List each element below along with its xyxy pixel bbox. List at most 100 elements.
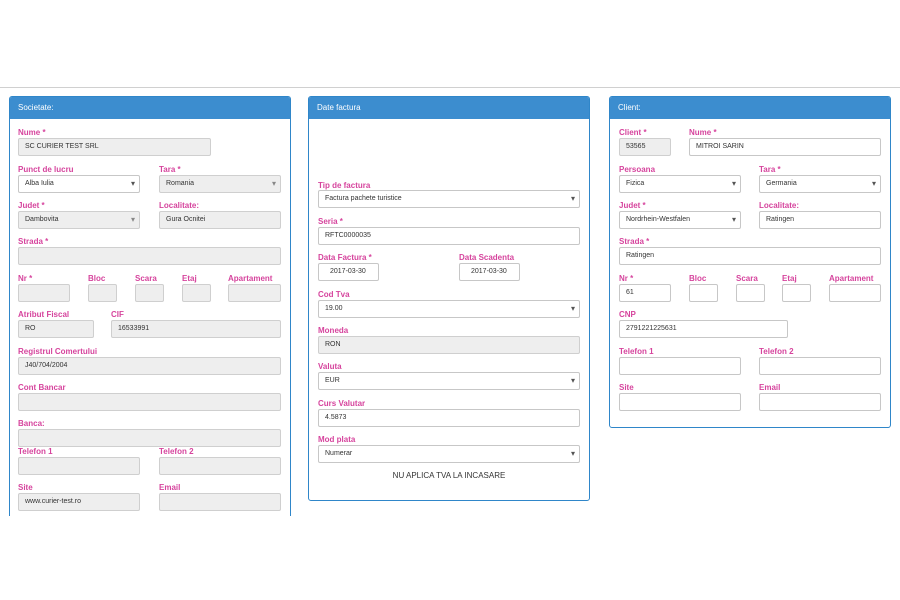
client-email-field[interactable] — [759, 393, 881, 411]
tva-incasare-note: NU APLICA TVA LA INCASARE — [392, 471, 506, 480]
societate-panel-title: Societate: — [10, 97, 290, 119]
cnp-label: CNP — [619, 310, 636, 319]
curs-valutar-field[interactable]: 4.5873 — [318, 409, 580, 427]
tip-factura-select[interactable]: Factura pachete turistice — [318, 190, 580, 208]
cont-bancar-field[interactable] — [18, 393, 281, 411]
societate-judet-select[interactable]: Dambovita — [18, 211, 140, 229]
client-telefon1-field[interactable] — [619, 357, 741, 375]
client-etaj-field[interactable] — [782, 284, 811, 302]
societate-judet-label: Judet * — [18, 201, 45, 210]
client-apartament-label: Apartament — [829, 274, 874, 283]
client-nr-field[interactable]: 61 — [619, 284, 671, 302]
banca-label: Banca: — [18, 419, 45, 428]
banca-field[interactable] — [18, 429, 281, 447]
client-tara-select[interactable]: Germania — [759, 175, 881, 193]
client-nume-label: Nume * — [689, 128, 717, 137]
client-nr-label: Nr * — [619, 274, 634, 283]
mod-plata-select[interactable]: Numerar — [318, 445, 580, 463]
client-code-label: Client * — [619, 128, 647, 137]
client-localitate-field[interactable]: Ratingen — [759, 211, 881, 229]
societate-nr-label: Nr * — [18, 274, 33, 283]
societate-tara-select[interactable]: Romania — [159, 175, 281, 193]
cif-label: CIF — [111, 310, 124, 319]
societate-email-label: Email — [159, 483, 181, 492]
atribut-fiscal-label: Atribut Fiscal — [18, 310, 70, 319]
valuta-select[interactable]: EUR — [318, 372, 580, 390]
societate-site-label: Site — [18, 483, 33, 492]
client-nume-field[interactable]: MITROI SARIN — [689, 138, 881, 156]
client-site-field[interactable] — [619, 393, 741, 411]
client-judet-select[interactable]: Nordrhein-Westfalen — [619, 211, 741, 229]
valuta-label: Valuta — [318, 362, 342, 371]
data-scadenta-label: Data Scadenta — [459, 253, 515, 262]
societate-localitate-label: Localitate: — [159, 201, 200, 210]
curs-valutar-label: Curs Valutar — [318, 399, 366, 408]
societate-strada-field[interactable] — [18, 247, 281, 265]
societate-etaj-label: Etaj — [182, 274, 197, 283]
client-etaj-label: Etaj — [782, 274, 797, 283]
societate-bloc-field[interactable] — [88, 284, 117, 302]
data-scadenta-field[interactable]: 2017-03-30 — [459, 263, 520, 281]
moneda-label: Moneda — [318, 326, 349, 335]
societate-panel: Societate: Nume * SC CURIER TEST SRL Pun… — [9, 96, 291, 516]
client-scara-label: Scara — [736, 274, 758, 283]
mod-plata-label: Mod plata — [318, 435, 356, 444]
tip-factura-label: Tip de factura — [318, 181, 371, 190]
seria-label: Seria * — [318, 217, 343, 226]
client-strada-field[interactable]: Ratingen — [619, 247, 881, 265]
societate-localitate-field[interactable]: Gura Ocnitei — [159, 211, 281, 229]
client-telefon2-label: Telefon 2 — [759, 347, 794, 356]
client-localitate-label: Localitate: — [759, 201, 800, 210]
client-judet-label: Judet * — [619, 201, 646, 210]
cif-field[interactable]: 16533991 — [111, 320, 281, 338]
data-factura-field[interactable]: 2017-03-30 — [318, 263, 379, 281]
societate-apartament-field[interactable] — [228, 284, 281, 302]
atribut-fiscal-field[interactable]: RO — [18, 320, 94, 338]
client-bloc-field[interactable] — [689, 284, 718, 302]
client-tara-label: Tara * — [759, 165, 781, 174]
client-scara-field[interactable] — [736, 284, 765, 302]
client-strada-label: Strada * — [619, 237, 650, 246]
punct-lucru-select[interactable]: Alba Iulia — [18, 175, 140, 193]
cod-tva-label: Cod Tva — [318, 290, 350, 299]
client-panel: Client: Client * 53565 Nume * MITROI SAR… — [609, 96, 891, 428]
client-panel-title: Client: — [610, 97, 890, 119]
societate-telefon2-field[interactable] — [159, 457, 281, 475]
societate-site-field[interactable]: www.curier-test.ro — [18, 493, 140, 511]
client-code-field[interactable]: 53565 — [619, 138, 671, 156]
persoana-select[interactable]: Fizica — [619, 175, 741, 193]
registru-comert-field[interactable]: J40/704/2004 — [18, 357, 281, 375]
registru-comert-label: Registrul Comertului — [18, 347, 98, 356]
client-telefon1-label: Telefon 1 — [619, 347, 654, 356]
societate-tara-label: Tara * — [159, 165, 181, 174]
societate-scara-field[interactable] — [135, 284, 164, 302]
persoana-label: Persoana — [619, 165, 656, 174]
societate-nume-field[interactable]: SC CURIER TEST SRL — [18, 138, 211, 156]
client-telefon2-field[interactable] — [759, 357, 881, 375]
client-bloc-label: Bloc — [689, 274, 707, 283]
societate-nr-field[interactable] — [18, 284, 70, 302]
client-apartament-field[interactable] — [829, 284, 881, 302]
client-site-label: Site — [619, 383, 634, 392]
cont-bancar-label: Cont Bancar — [18, 383, 66, 392]
societate-email-field[interactable] — [159, 493, 281, 511]
client-email-label: Email — [759, 383, 781, 392]
societate-scara-label: Scara — [135, 274, 157, 283]
societate-bloc-label: Bloc — [88, 274, 106, 283]
moneda-field[interactable]: RON — [318, 336, 580, 354]
societate-strada-label: Strada * — [18, 237, 49, 246]
top-divider — [0, 87, 900, 88]
societate-telefon2-label: Telefon 2 — [159, 447, 194, 456]
date-factura-panel-title: Date factura — [309, 97, 589, 119]
cnp-field[interactable]: 2791221225631 — [619, 320, 788, 338]
data-factura-label: Data Factura * — [318, 253, 372, 262]
societate-apartament-label: Apartament — [228, 274, 273, 283]
date-factura-panel: Date factura Tip de factura Factura pach… — [308, 96, 590, 501]
societate-telefon1-label: Telefon 1 — [18, 447, 53, 456]
seria-field[interactable]: RFTC0000035 — [318, 227, 580, 245]
societate-nume-label: Nume * — [18, 128, 46, 137]
societate-telefon1-field[interactable] — [18, 457, 140, 475]
punct-lucru-label: Punct de lucru — [18, 165, 74, 174]
cod-tva-select[interactable]: 19.00 — [318, 300, 580, 318]
societate-etaj-field[interactable] — [182, 284, 211, 302]
